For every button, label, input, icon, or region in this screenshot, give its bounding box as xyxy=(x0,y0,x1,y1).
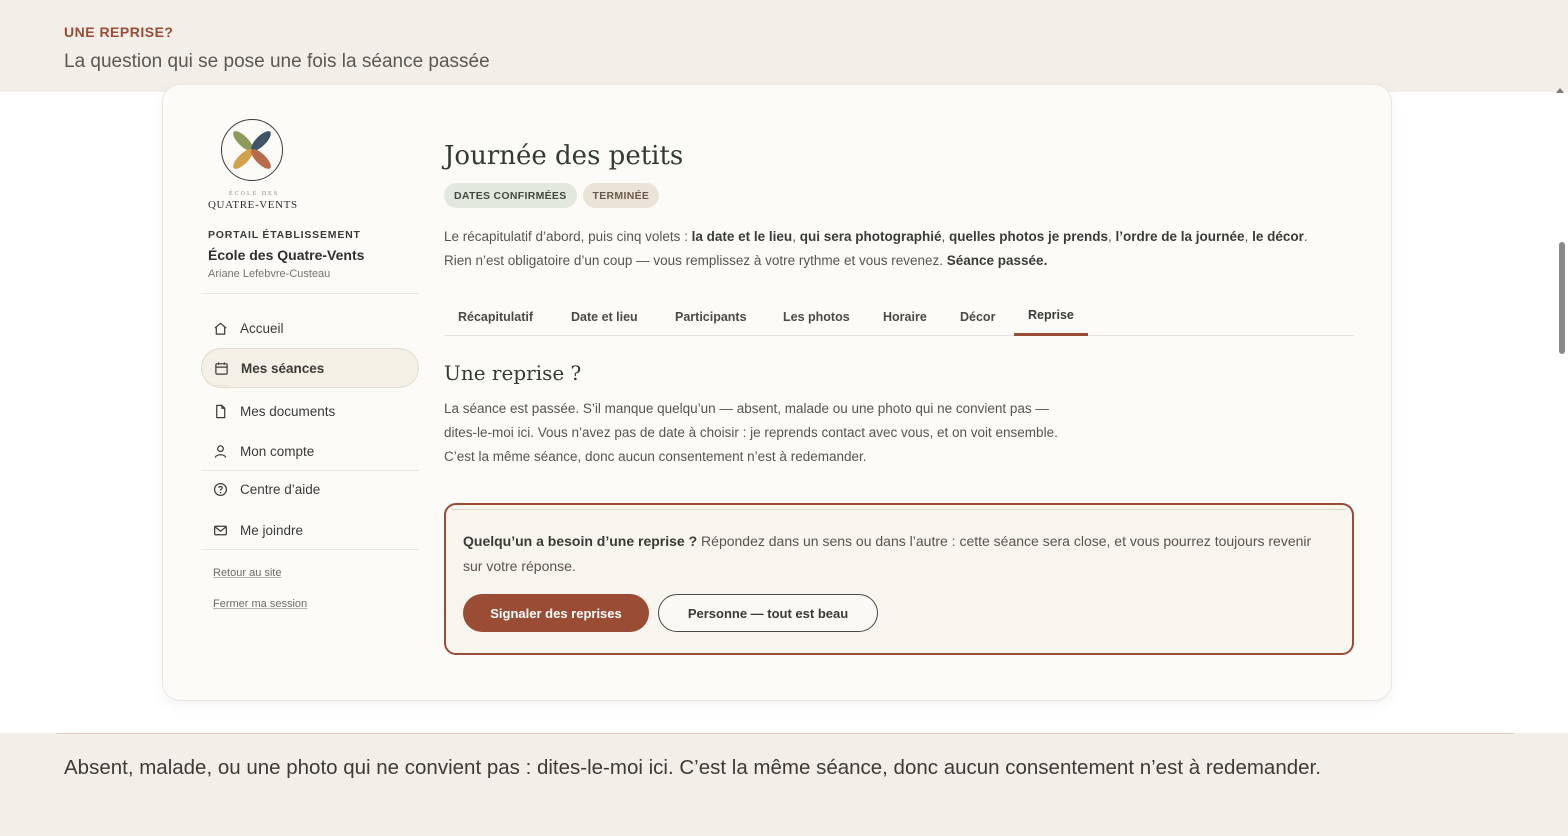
reprise-panel: Quelqu’un a besoin d’une reprise ? Répon… xyxy=(444,503,1354,655)
section-text: La séance est passée. S’il manque quelqu… xyxy=(444,401,1058,464)
header-subtitle: La question qui se pose une fois la séan… xyxy=(64,51,490,72)
user-name: Ariane Lefebvre-Custeau xyxy=(208,268,331,280)
sidebar-item-accueil[interactable]: Accueil xyxy=(201,308,419,348)
tab-decor[interactable]: Décor xyxy=(946,303,1009,336)
status-badge-confirmed: DATES CONFIRMÉES xyxy=(444,183,577,208)
portal-card: ÉCOLE DES QUATRE-VENTS PORTAIL ÉTABLISSE… xyxy=(162,84,1392,701)
intro-item: l’ordre de la journée xyxy=(1115,229,1245,244)
calendar-icon xyxy=(215,361,228,375)
divider xyxy=(201,293,419,294)
intro-sep: , xyxy=(1108,229,1116,244)
sidebar-item-label: Accueil xyxy=(240,320,284,336)
mail-icon xyxy=(214,525,227,535)
sidebar-item-me-joindre[interactable]: Me joindre xyxy=(201,510,419,550)
status-badge-done: TERMINÉE xyxy=(582,183,660,208)
sidebar-item-label: Mon compte xyxy=(240,443,315,459)
school-name: École des Quatre-Vents xyxy=(208,247,365,263)
school-logo[interactable] xyxy=(221,119,283,181)
eyebrow-label: UNE REPRISE? xyxy=(64,24,174,40)
scrollbar-thumb[interactable] xyxy=(1559,242,1565,354)
home-icon xyxy=(214,322,227,335)
help-icon xyxy=(213,482,228,496)
sidebar-item-mon-compte[interactable]: Mon compte xyxy=(201,431,419,471)
logout-link[interactable]: Fermer ma session xyxy=(213,598,307,610)
no-reprise-button[interactable]: Personne — tout est beau xyxy=(658,594,878,632)
sidebar-item-label: Me joindre xyxy=(240,522,304,538)
signal-reprises-button[interactable]: Signaler des reprises xyxy=(463,594,649,632)
tab-les-photos[interactable]: Les photos xyxy=(769,303,864,336)
top-band: UNE REPRISE? La question qui se pose une… xyxy=(0,0,1568,92)
document-icon xyxy=(216,404,226,418)
four-winds-icon xyxy=(233,131,271,169)
tab-horaire[interactable]: Horaire xyxy=(869,303,941,336)
portal-label: PORTAIL ÉTABLISSEMENT xyxy=(208,229,361,241)
intro-item: quelles photos je prends xyxy=(948,229,1109,244)
sidebar-item-mes-seances[interactable]: Mes séances xyxy=(201,348,419,388)
intro-item: le décor xyxy=(1252,229,1304,244)
page-title: Journée des petits xyxy=(444,141,684,171)
reprise-question: Quelqu’un a besoin d’une reprise ? Répon… xyxy=(463,529,1333,579)
sidebar-item-mes-documents[interactable]: Mes documents xyxy=(201,391,419,431)
sidebar-item-label: Mes documents xyxy=(240,403,336,419)
logo-small-text: ÉCOLE DES xyxy=(229,191,280,197)
intro-sep: , xyxy=(792,229,800,244)
divider xyxy=(56,733,1514,734)
tab-participants[interactable]: Participants xyxy=(661,303,761,336)
intro-sep: , xyxy=(941,229,949,244)
reprise-question-bold: Quelqu’un a besoin d’une reprise ? xyxy=(463,533,698,549)
panel-inner-rule xyxy=(452,509,1346,510)
intro-status: Séance passée. xyxy=(946,253,1048,268)
sidebar-item-label: Centre d’aide xyxy=(240,481,321,497)
bottom-caption: Absent, malade, ou une photo qui ne conv… xyxy=(64,756,1321,779)
status-badges: DATES CONFIRMÉES TERMINÉE xyxy=(444,183,660,208)
sidebar-item-label: Mes séances xyxy=(241,360,325,376)
intro-sep: , xyxy=(1244,229,1253,244)
scroll-up-arrow-icon[interactable] xyxy=(1556,88,1564,93)
sidebar-item-centre-aide[interactable]: Centre d’aide xyxy=(201,469,419,509)
user-icon xyxy=(214,444,227,458)
divider xyxy=(201,549,419,550)
intro-item: la date et le lieu xyxy=(691,229,793,244)
bottom-band: Absent, malade, ou une photo qui ne conv… xyxy=(0,733,1568,836)
screenshot-stage: ÉCOLE DES QUATRE-VENTS PORTAIL ÉTABLISSE… xyxy=(0,84,1568,733)
tab-date-et-lieu[interactable]: Date et lieu xyxy=(557,303,652,336)
intro-text: Le récapitulatif d’abord, puis cinq vole… xyxy=(444,225,1324,273)
intro-prefix: Le récapitulatif d’abord, puis cinq vole… xyxy=(444,229,692,244)
tab-reprise[interactable]: Reprise xyxy=(1014,303,1088,336)
tab-recapitulatif[interactable]: Récapitulatif xyxy=(444,303,547,336)
section-title: Une reprise ? xyxy=(444,361,582,385)
logo-name: QUATRE-VENTS xyxy=(208,199,298,211)
intro-item: qui sera photographié xyxy=(799,229,942,244)
back-to-site-link[interactable]: Retour au site xyxy=(213,567,281,579)
tab-bar: Récapitulatif Date et lieu Participants … xyxy=(444,303,1354,336)
